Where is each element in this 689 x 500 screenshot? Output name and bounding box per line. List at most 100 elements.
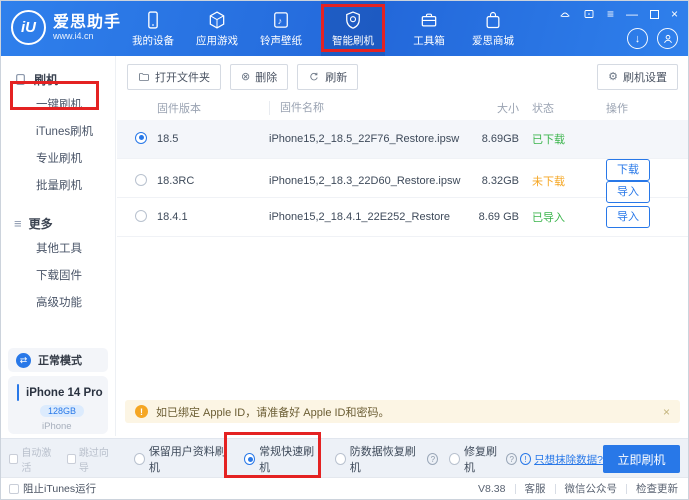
refresh-button[interactable]: 刷新 — [297, 64, 359, 90]
col-status: 状态 — [532, 103, 554, 115]
normal-fast-label: 常规快速刷机 — [259, 446, 315, 474]
firmware-row-18-4-1[interactable]: 18.4.1 iPhone15,2_18.4.1_22E252_Restore … — [117, 198, 688, 237]
customer-service-link[interactable]: 客服 — [525, 481, 546, 496]
row-radio[interactable] — [135, 173, 147, 186]
nav-mall[interactable]: 爱思商城 — [461, 1, 525, 56]
flash-now-button[interactable]: 立即刷机 — [602, 445, 680, 473]
fw-version: 18.5 — [157, 133, 179, 145]
auto-activate-checkbox[interactable] — [9, 454, 19, 464]
fw-size: 8.69GB — [481, 133, 519, 145]
section-header-flash: 刷机 — [1, 66, 115, 92]
app-title: 爱思助手 — [53, 14, 122, 31]
block-itunes-option[interactable]: 阻止iTunes运行 — [1, 481, 96, 496]
nav-toolbox[interactable]: 工具箱 — [397, 1, 461, 56]
fw-size: 8.69 GB — [478, 211, 519, 223]
wechat-link[interactable]: 微信公众号 — [565, 481, 618, 496]
menu-icon[interactable]: ≡ — [607, 8, 614, 20]
section-title: 更多 — [28, 216, 53, 231]
refresh-icon — [310, 72, 318, 81]
device-mode-card: ⇄ 正常模式 — [8, 348, 108, 372]
auto-activate-option[interactable]: 自动激活 — [9, 444, 59, 474]
help-icon[interactable]: ? — [427, 453, 439, 465]
fw-name: iPhone15,2_18.4.1_22E252_Restore — [269, 211, 451, 223]
sidebar-item-batch-flash[interactable]: 批量刷机 — [1, 173, 115, 200]
help-icon[interactable]: ? — [506, 453, 518, 465]
fw-name: iPhone15,2_18.3_22D60_Restore.ipsw — [269, 175, 461, 187]
sidebar-item-itunes-flash[interactable]: iTunes刷机 — [1, 119, 115, 146]
keep-data-radio[interactable] — [134, 453, 145, 465]
skip-wizard-checkbox[interactable] — [66, 454, 76, 464]
nav-smart-flash[interactable]: 智能刷机 — [321, 1, 385, 56]
minimize-button[interactable]: — — [626, 8, 638, 20]
nav-my-devices[interactable]: 我的设备 — [121, 1, 185, 56]
delete-icon: ⊗ — [241, 70, 251, 83]
notice-close-icon[interactable]: × — [663, 405, 670, 419]
nav-label: 智能刷机 — [332, 34, 374, 47]
nav-apps-games[interactable]: 应用游戏 — [185, 1, 249, 56]
firmware-row-18-3rc[interactable]: 18.3RC iPhone15,2_18.3_22D60_Restore.ips… — [117, 159, 688, 203]
nav-label: 铃声壁纸 — [260, 34, 302, 47]
app-window: iU 爱思助手 www.i4.cn 我的设备 应用游戏 ♪ 铃声壁纸 智能刷机 — [0, 0, 689, 500]
row-radio[interactable] — [135, 209, 147, 222]
divider — [554, 483, 556, 494]
block-itunes-checkbox[interactable] — [9, 483, 19, 494]
open-folder-button[interactable]: 打开文件夹 — [127, 64, 221, 90]
app-version: V8.38 — [478, 482, 506, 495]
shop-bag-icon — [486, 11, 500, 28]
firmware-row-18-5[interactable]: 18.5 iPhone15,2_18.5_22F76_Restore.ipsw … — [117, 120, 688, 159]
repair-label: 修复刷机 — [464, 446, 498, 474]
flash-settings-button[interactable]: ⚙ 刷机设置 — [597, 64, 678, 90]
import-firmware-button[interactable]: 导入 — [606, 206, 650, 228]
main-nav: 我的设备 应用游戏 ♪ 铃声壁纸 智能刷机 工具箱 爱思商城 — [121, 1, 525, 56]
row-radio-selected[interactable] — [135, 131, 147, 144]
theme-skin-icon[interactable] — [559, 8, 571, 20]
section-header-more: ≡ 更多 — [1, 210, 115, 236]
download-manager-icon[interactable]: ↓ — [627, 28, 648, 49]
anti-recovery-radio[interactable] — [334, 453, 346, 465]
feedback-icon[interactable] — [583, 8, 595, 20]
skip-wizard-label: 跳过向导 — [78, 448, 109, 474]
maximize-button[interactable] — [649, 9, 659, 19]
repair-flash-option[interactable]: 修复刷机 — [441, 443, 502, 475]
sidebar-item-pro-flash[interactable]: 专业刷机 — [1, 146, 115, 173]
mode-icon: ⇄ — [16, 352, 31, 368]
ringtone-icon: ♪ — [274, 11, 288, 28]
import-firmware-button[interactable]: 导入 — [606, 181, 650, 203]
status-bar-links: V8.38 客服 微信公众号 检查更新 — [478, 481, 688, 496]
col-size: 大小 — [497, 103, 519, 115]
delete-label: 删除 — [255, 72, 278, 84]
user-account-icon[interactable] — [657, 28, 678, 49]
firmware-table-header: 固件版本 固件名称 大小 状态 操作 — [117, 96, 688, 120]
close-button[interactable]: × — [671, 8, 678, 20]
col-name: 固件名称 — [269, 101, 464, 115]
device-capacity-badge: 128GB — [40, 405, 85, 417]
anti-recovery-flash-option[interactable]: 防数据恢复刷机 — [327, 443, 417, 475]
cube-icon — [209, 10, 225, 29]
toolbox-icon — [421, 13, 437, 26]
check-update-link[interactable]: 检查更新 — [636, 481, 678, 496]
sidebar-item-download-firmware[interactable]: 下载固件 — [1, 263, 115, 290]
shield-icon — [346, 10, 360, 29]
sidebar: 刷机 一键刷机 iTunes刷机 专业刷机 批量刷机 ≡ 更多 其他工具 下载固… — [1, 56, 116, 436]
phone-icon — [148, 10, 158, 29]
divider — [514, 483, 516, 494]
keep-data-flash-option[interactable]: 保留用户资料刷机 — [126, 443, 226, 475]
nav-ringtones-wallpapers[interactable]: ♪ 铃声壁纸 — [249, 1, 313, 56]
repair-radio[interactable] — [449, 453, 461, 465]
block-itunes-label: 阻止iTunes运行 — [23, 483, 97, 495]
status-bar: 阻止iTunes运行 V8.38 客服 微信公众号 检查更新 — [1, 477, 688, 499]
sidebar-bottom-options: 自动激活 跳过向导 — [1, 444, 116, 474]
sidebar-item-one-click-flash[interactable]: 一键刷机 — [1, 92, 115, 119]
nav-label: 工具箱 — [413, 34, 445, 47]
skip-wizard-option[interactable]: 跳过向导 — [66, 444, 117, 474]
normal-fast-radio-selected[interactable] — [244, 453, 256, 465]
notice-text: 如已绑定 Apple ID，请准备好 Apple ID和密码。 — [156, 406, 390, 419]
delete-button[interactable]: ⊗ 删除 — [230, 64, 289, 90]
erase-data-link[interactable]: 只想抹除数据? — [534, 452, 603, 467]
sidebar-item-advanced[interactable]: 高级功能 — [1, 290, 115, 317]
sidebar-item-other-tools[interactable]: 其他工具 — [1, 236, 115, 263]
download-firmware-button[interactable]: 下载 — [606, 159, 650, 181]
header-quick-actions: ↓ — [627, 28, 678, 49]
section-title: 刷机 — [34, 72, 59, 87]
normal-fast-flash-option[interactable]: 常规快速刷机 — [236, 443, 317, 475]
